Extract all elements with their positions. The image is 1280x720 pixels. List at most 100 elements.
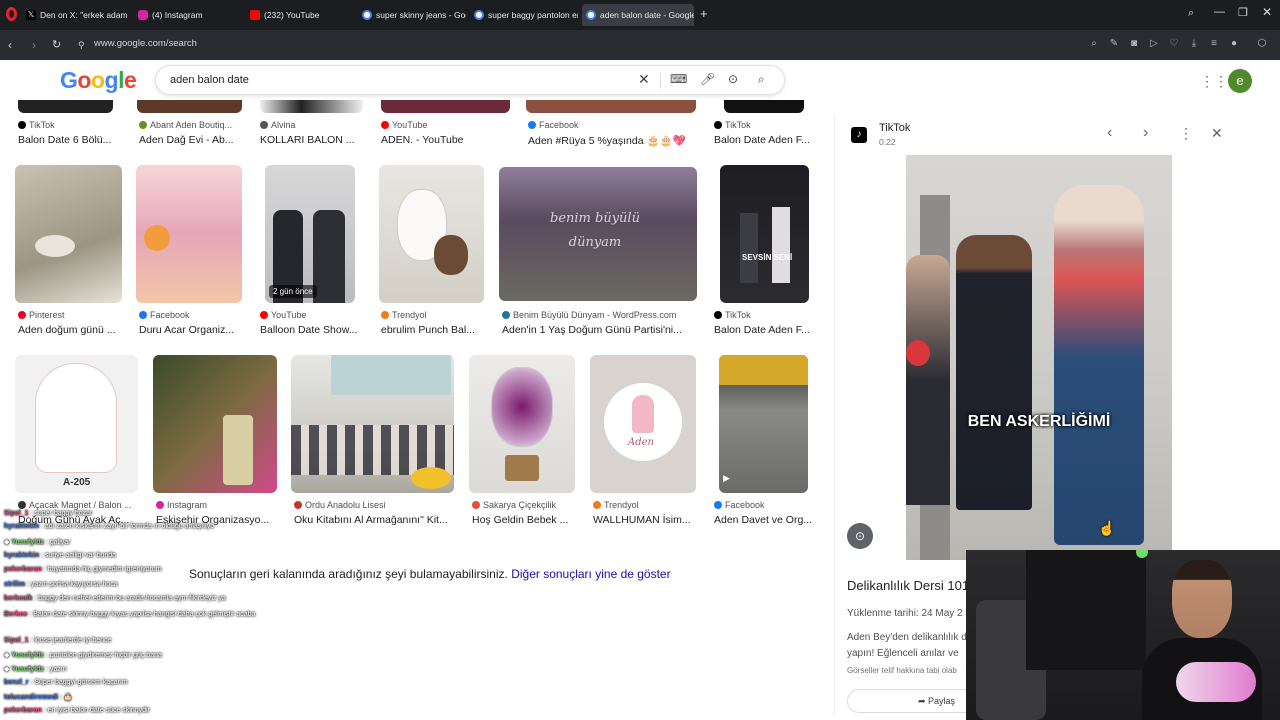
more-options-icon[interactable]: ⋮: [1179, 125, 1193, 142]
minimize-icon[interactable]: —: [1214, 6, 1225, 18]
result-title[interactable]: ebrulim Punch Bal...: [381, 324, 496, 336]
keyboard-icon[interactable]: ⌨: [670, 72, 687, 86]
menu-icon[interactable]: ≡: [1208, 38, 1220, 50]
back-icon[interactable]: ‹: [8, 37, 12, 53]
result-source[interactable]: Sakarya Çiçekçilik: [472, 500, 577, 510]
image-result[interactable]: [381, 100, 510, 113]
result-title[interactable]: Hoş Geldin Bebek ...: [472, 514, 577, 526]
result-source[interactable]: YouTube: [260, 310, 370, 320]
result-title[interactable]: ADEN. - YouTube: [381, 134, 511, 146]
result-title[interactable]: Aden'in 1 Yaş Doğum Günü Partisi'ni...: [502, 324, 702, 336]
search-input[interactable]: aden balon date: [170, 74, 249, 86]
result-source[interactable]: Açacak Magnet / Balon ...: [18, 500, 133, 510]
tab-google-baggy[interactable]: super baggy pantolon erk: [470, 4, 578, 26]
result-title[interactable]: Aden Dağ Evi - Ab...: [139, 134, 254, 146]
preview-video[interactable]: BEN ASKERLİĞİMİ: [906, 155, 1172, 560]
share-button[interactable]: ➦ Paylaş: [847, 689, 977, 713]
tab-x[interactable]: 𝕏 Den on X: "erkek adam de: [22, 4, 130, 26]
result-title[interactable]: Aden doğum günü ...: [18, 324, 128, 336]
image-result[interactable]: [260, 100, 363, 113]
result-source[interactable]: Instagram: [156, 500, 276, 510]
result-source[interactable]: Benim Büyülü Dünyam - WordPress.com: [502, 310, 702, 320]
image-result[interactable]: [137, 100, 242, 113]
result-source[interactable]: TikTok: [18, 120, 133, 130]
image-result[interactable]: [15, 165, 122, 303]
tab-instagram[interactable]: (4) Instagram: [134, 4, 242, 26]
opera-logo-icon[interactable]: [6, 7, 17, 21]
result-source[interactable]: Abant Aden Boutiq...: [139, 120, 254, 130]
heart-icon[interactable]: ♡: [1168, 38, 1180, 50]
camera-icon[interactable]: ◙: [1128, 38, 1140, 50]
reload-icon[interactable]: ↻: [52, 37, 61, 53]
panel-title[interactable]: Delikanlılık Dersi 101:: [847, 578, 973, 593]
result-title[interactable]: KOLLARI BALON ...: [260, 134, 375, 146]
panel-source[interactable]: TikTok: [879, 122, 910, 134]
tab-youtube[interactable]: (232) YouTube: [246, 4, 354, 26]
google-logo[interactable]: Google: [60, 67, 137, 94]
search-tabs-icon[interactable]: ⌕: [1188, 7, 1194, 20]
tab-google-active[interactable]: aden balon date - Google: [582, 4, 694, 26]
image-result[interactable]: SEVSİN SENİ: [720, 165, 809, 303]
image-result[interactable]: [469, 355, 575, 493]
image-result[interactable]: 2 gün önce: [265, 165, 355, 303]
search-box[interactable]: aden balon date ✕ ⌨ 🎤︎ ⊙ ⌕: [155, 65, 785, 95]
image-result[interactable]: [18, 100, 113, 113]
image-result[interactable]: benim büyülü dünyam: [499, 167, 697, 301]
image-result[interactable]: [136, 165, 242, 303]
new-tab-icon[interactable]: +: [700, 7, 708, 21]
microphone-icon[interactable]: 🎤︎: [700, 72, 715, 86]
result-title[interactable]: Balon Date Aden F...: [714, 134, 819, 146]
lens-icon[interactable]: ⊙: [728, 72, 738, 86]
clear-icon[interactable]: ✕: [638, 71, 650, 88]
result-title[interactable]: Balon Date 6 Bölü...: [18, 134, 133, 146]
result-title[interactable]: Aden Davet ve Org...: [714, 514, 819, 526]
previous-icon[interactable]: ‹: [1107, 124, 1112, 142]
show-more-link[interactable]: Diğer sonuçları yine de göster: [511, 567, 670, 581]
image-result[interactable]: [153, 355, 277, 493]
result-title[interactable]: Balloon Date Show...: [260, 324, 370, 336]
result-title[interactable]: Oku Kitabını Al Armağanını" Kit...: [294, 514, 454, 526]
image-result[interactable]: A-205: [15, 355, 138, 493]
download-icon[interactable]: ⤓: [1188, 38, 1200, 50]
search-icon[interactable]: ⌕: [758, 72, 765, 87]
result-source[interactable]: YouTube: [381, 120, 511, 130]
site-info-icon[interactable]: ⚲: [78, 37, 85, 53]
profile-icon[interactable]: ●: [1228, 38, 1240, 50]
result-source[interactable]: TikTok: [714, 310, 819, 320]
result-source[interactable]: Alvina: [260, 120, 375, 130]
result-title[interactable]: WALLHUMAN İsim...: [593, 514, 698, 526]
tab-google-skinny[interactable]: super skinny jeans - Goog: [358, 4, 466, 26]
next-icon[interactable]: ›: [1143, 124, 1148, 142]
forward-icon[interactable]: ›: [32, 37, 36, 53]
result-source[interactable]: Trendyol: [381, 310, 496, 320]
image-result[interactable]: Aden: [590, 355, 696, 493]
result-title[interactable]: Aden #Rüya 5 %yaşında 🎂🎂💖: [528, 134, 698, 147]
result-title[interactable]: Balon Date Aden F...: [714, 324, 819, 336]
extension-icon[interactable]: ⬡: [1256, 38, 1268, 50]
image-result[interactable]: [526, 100, 696, 113]
image-result[interactable]: [379, 165, 484, 303]
result-source[interactable]: TikTok: [714, 120, 819, 130]
zoom-icon[interactable]: ⌕: [1088, 38, 1100, 50]
result-source[interactable]: Pinterest: [18, 310, 128, 320]
panel-description: Aden Bey'den delikanlılık d: [847, 632, 967, 643]
source-label: YouTube: [271, 310, 307, 320]
result-source[interactable]: Trendyol: [593, 500, 698, 510]
edit-icon[interactable]: ✎: [1108, 38, 1120, 50]
image-result[interactable]: [724, 100, 804, 113]
image-result[interactable]: ▶: [719, 355, 808, 493]
close-panel-icon[interactable]: ✕: [1211, 125, 1223, 142]
play-icon[interactable]: ▷: [1148, 38, 1160, 50]
maximize-icon[interactable]: ❐: [1238, 6, 1248, 19]
result-source[interactable]: Facebook: [714, 500, 819, 510]
url-field[interactable]: www.google.com/search: [94, 38, 197, 49]
image-result[interactable]: [291, 355, 454, 493]
result-title[interactable]: Duru Acar Organiz...: [139, 324, 254, 336]
stream-chat: Sipal_1 : super baggy bozar hyraktekin :…: [0, 510, 290, 720]
account-avatar[interactable]: e: [1228, 69, 1252, 93]
result-source[interactable]: Ordu Anadolu Lisesi: [294, 500, 454, 510]
result-source[interactable]: Facebook: [139, 310, 254, 320]
lens-search-icon[interactable]: ⊙: [847, 523, 873, 549]
result-source[interactable]: Facebook: [528, 120, 698, 130]
close-window-icon[interactable]: ✕: [1262, 5, 1272, 19]
